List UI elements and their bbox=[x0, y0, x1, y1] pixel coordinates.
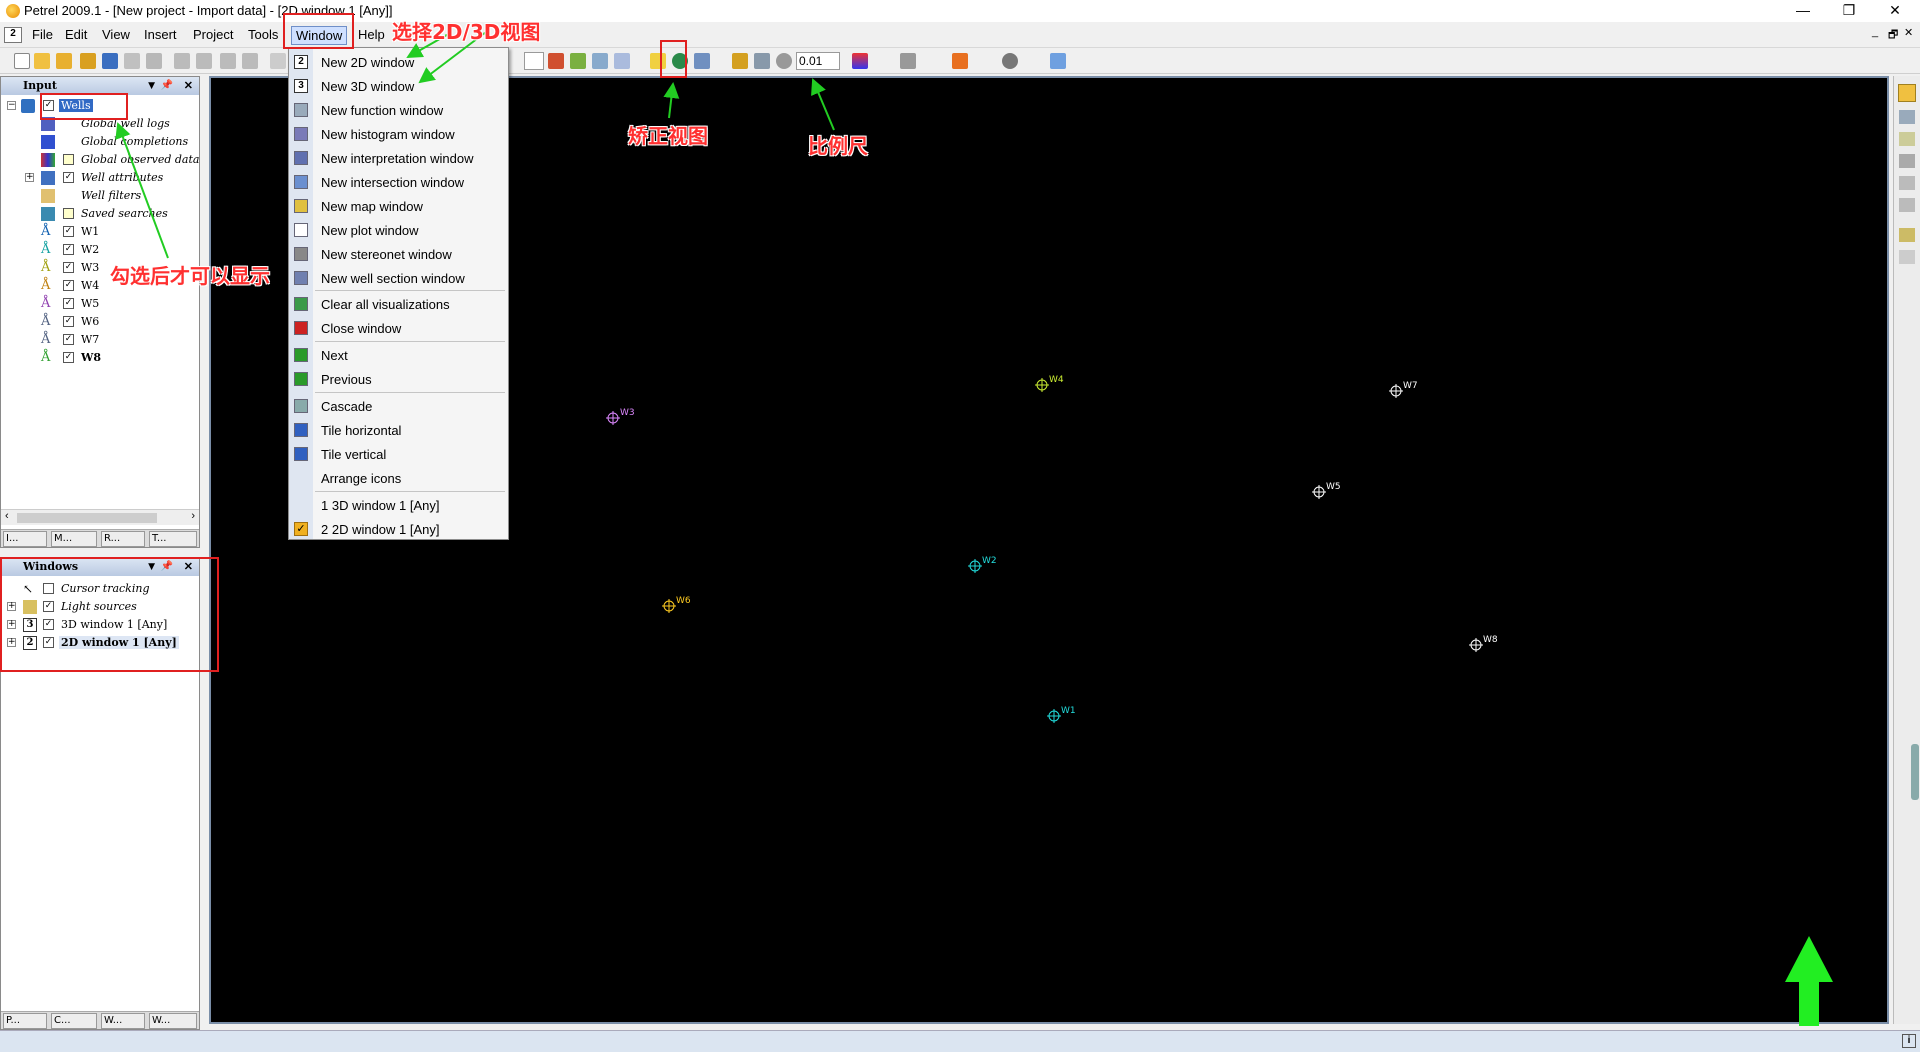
annotation-scale: 比例尺 bbox=[808, 134, 868, 158]
annotation-select-view: 选择2D/3D视图 bbox=[392, 20, 541, 44]
annotation-check-to-show: 勾选后才可以显示 bbox=[110, 264, 270, 288]
annotation-correct-view: 矫正视图 bbox=[628, 124, 708, 148]
annotation-arrows bbox=[115, 31, 835, 259]
